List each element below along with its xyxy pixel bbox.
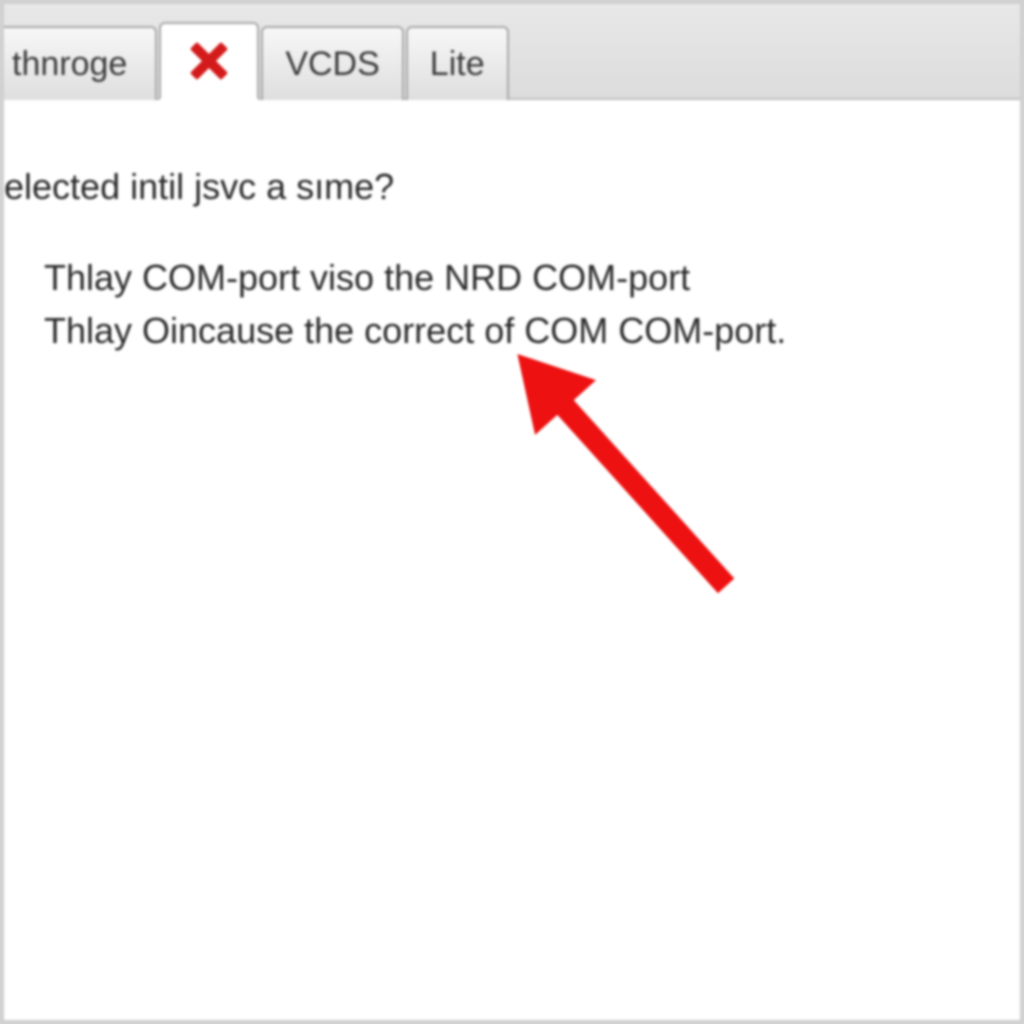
arrow-shaft-icon <box>544 385 734 593</box>
close-icon <box>189 41 229 81</box>
tab-label: Lite <box>430 45 485 84</box>
tab-label: thnroge <box>12 45 127 84</box>
tab-lite[interactable]: Lite <box>406 26 509 100</box>
tab-strip: thnroge VCDS Lite <box>4 26 511 100</box>
tab-bar: thnroge VCDS Lite <box>4 4 1020 100</box>
tab-vcds[interactable]: VCDS <box>261 26 403 100</box>
app-window: thnroge VCDS Lite elected intil jsvc a s… <box>0 0 1024 1024</box>
body-line-2: Thlay Oincause the correct of COM COM-po… <box>44 308 990 355</box>
tab-thnroge[interactable]: thnroge <box>4 26 157 100</box>
heading-text: elected intil jsvc a sıme? <box>4 164 990 211</box>
body-line-1: Thlay COM-port viso the NRD COM-port <box>44 255 990 302</box>
tab-label: VCDS <box>285 45 379 84</box>
tab-close-active[interactable] <box>159 22 259 100</box>
content-pane: elected intil jsvc a sıme? Thlay COM-por… <box>4 100 1020 390</box>
